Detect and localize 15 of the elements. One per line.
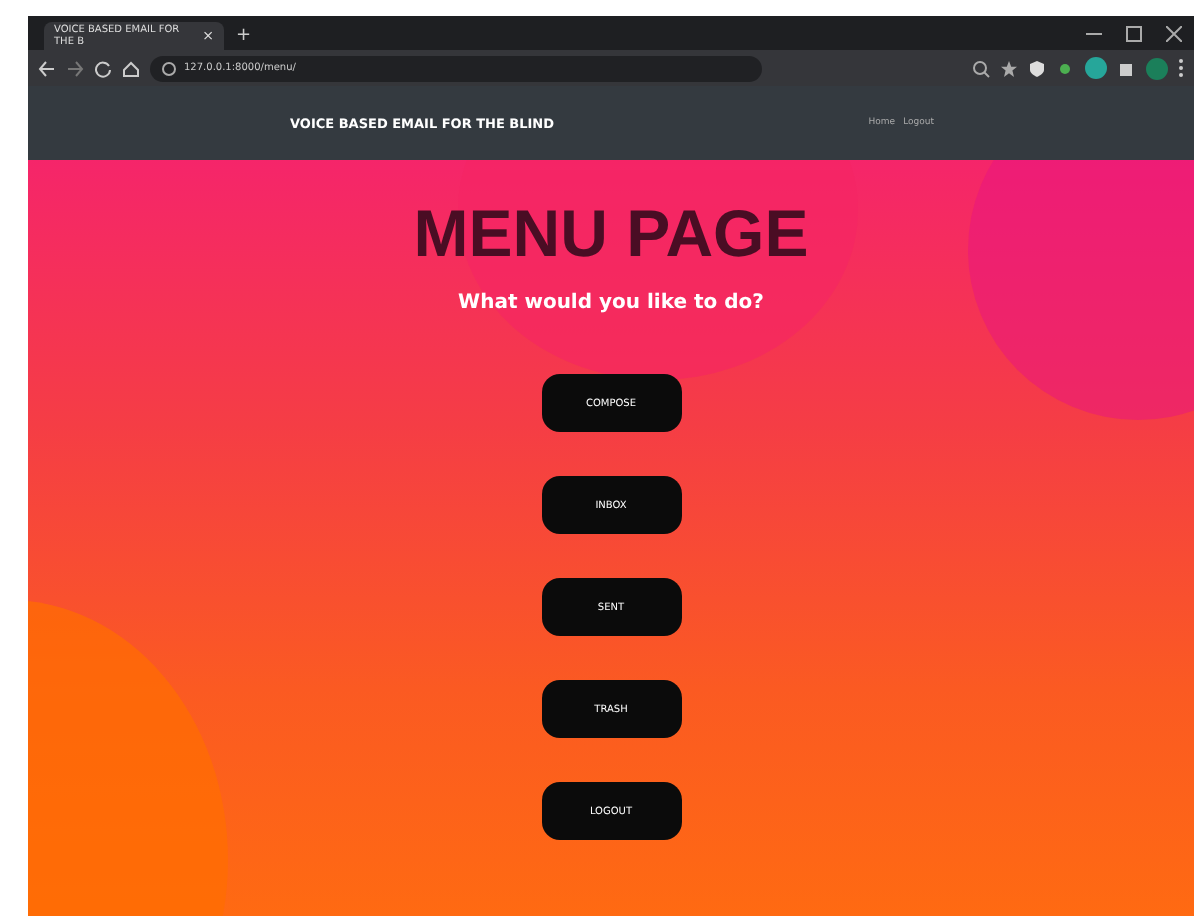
reload-icon[interactable] xyxy=(94,59,112,77)
back-arrow-icon[interactable] xyxy=(38,59,56,77)
page-subtitle: What would you like to do? xyxy=(458,292,764,314)
new-tab-button[interactable]: + xyxy=(236,22,252,50)
search-icon[interactable] xyxy=(972,59,990,77)
close-icon[interactable] xyxy=(1166,25,1182,41)
star-icon[interactable] xyxy=(1000,59,1018,77)
menu-icon[interactable] xyxy=(1178,58,1184,78)
forward-arrow-icon[interactable] xyxy=(66,59,84,77)
home-icon[interactable] xyxy=(122,59,140,77)
avatar-icon[interactable] xyxy=(1146,57,1168,79)
page-title: MENU PAGE xyxy=(413,196,809,272)
maximize-icon[interactable] xyxy=(1126,25,1142,41)
info-icon xyxy=(162,61,176,75)
shield-icon[interactable] xyxy=(1028,59,1046,77)
